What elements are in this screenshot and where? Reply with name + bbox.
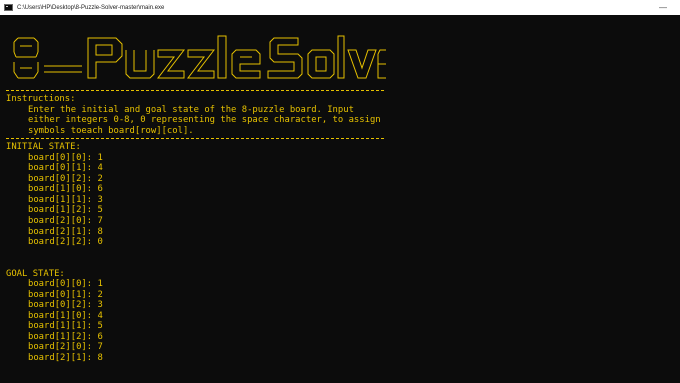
window-titlebar[interactable]: C:\Users\HP\Desktop\8-Puzzle-Solver-mast… <box>0 0 680 15</box>
ascii-banner <box>6 28 674 88</box>
initial-board-cell: board[0][2]: 2 <box>28 173 103 184</box>
separator-bottom <box>6 138 384 140</box>
initial-board-cell: board[1][0]: 6 <box>28 184 103 195</box>
goal-board-cell: board[2][0]: 7 <box>28 342 103 353</box>
initial-state-heading: INITIAL STATE: <box>6 142 81 153</box>
banner-art <box>13 35 386 79</box>
initial-board-cell: board[1][2]: 5 <box>28 205 103 216</box>
instructions-line: either integers 0-8, 0 representing the … <box>28 115 381 126</box>
goal-board-cell: board[1][1]: 5 <box>28 321 103 332</box>
goal-state-heading: GOAL STATE: <box>6 268 65 279</box>
instructions-heading: Instructions: <box>6 94 76 104</box>
window-title: C:\Users\HP\Desktop\8-Puzzle-Solver-mast… <box>17 4 165 11</box>
instructions-line: symbols toeach board[row][col]. <box>28 125 194 136</box>
initial-board-cell: board[2][1]: 8 <box>28 226 103 237</box>
goal-board-cell: board[2][1]: 8 <box>28 353 103 364</box>
initial-board-cell: board[0][1]: 4 <box>28 163 103 174</box>
separator-top <box>6 90 384 91</box>
initial-board-cell: board[0][0]: 1 <box>28 152 103 163</box>
initial-board-cell: board[2][2]: 0 <box>28 237 103 248</box>
instructions-line: Enter the initial and goal state of the … <box>28 104 354 115</box>
console-output: Instructions: Enter the initial and goal… <box>6 30 674 383</box>
goal-board-cell: board[0][0]: 1 <box>28 279 103 290</box>
goal-board-cell: board[0][1]: 2 <box>28 289 103 300</box>
goal-board-cell: board[0][2]: 3 <box>28 300 103 311</box>
console-app-icon <box>4 4 13 11</box>
initial-board-cell: board[2][0]: 7 <box>28 216 103 227</box>
blank-lines <box>6 248 674 269</box>
initial-board-cell: board[1][1]: 3 <box>28 194 103 205</box>
goal-board-cell: board[1][0]: 4 <box>28 310 103 321</box>
minimize-button[interactable]: — <box>656 0 670 15</box>
goal-board-cell: board[1][2]: 6 <box>28 331 103 342</box>
